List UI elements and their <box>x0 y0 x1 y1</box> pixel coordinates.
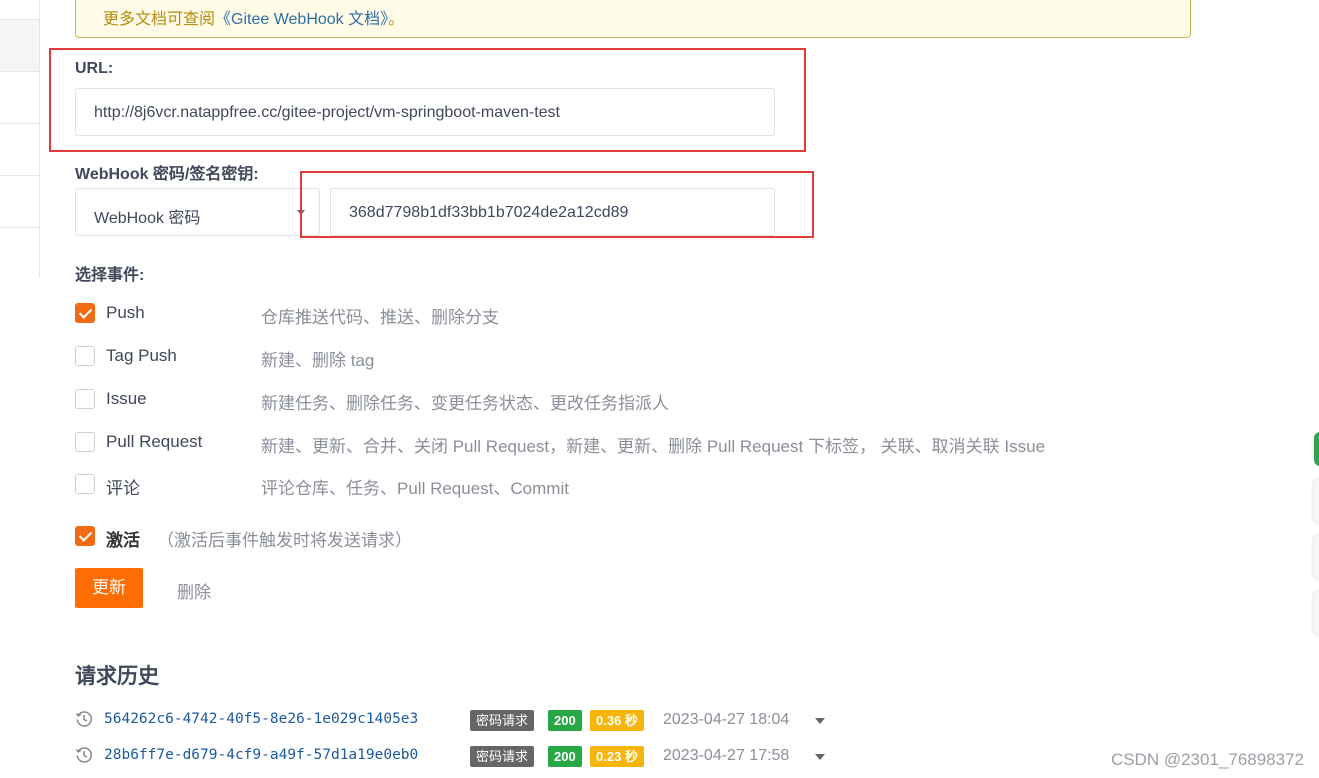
tag-push-checkbox[interactable] <box>75 346 95 366</box>
event-name: Tag Push <box>106 346 177 365</box>
comment-checkbox[interactable] <box>75 474 95 494</box>
sidebar-item[interactable] <box>0 124 39 176</box>
csdn-watermark: CSDN @2301_76898372 <box>1110 750 1304 769</box>
event-row-push[interactable]: Push 仓库推送代码、推送、删除分支 <box>75 301 1075 327</box>
event-desc: 新建、更新、合并、关闭 Pull Request，新建、更新、删除 Pull R… <box>261 437 1046 456</box>
activate-checkbox[interactable] <box>75 526 95 546</box>
expand-caret-icon[interactable] <box>815 718 825 724</box>
floating-widget[interactable] <box>1314 534 1319 580</box>
event-name: Pull Request <box>106 432 203 451</box>
history-clock-icon <box>75 711 93 727</box>
event-name: Issue <box>106 389 147 408</box>
delete-link[interactable]: 删除 <box>177 578 211 603</box>
notice-suffix: 。 <box>388 11 405 28</box>
history-clock-icon <box>75 747 93 763</box>
event-name: 评论 <box>106 479 140 498</box>
floating-widget[interactable] <box>1314 478 1319 524</box>
request-history-title: 请求历史 <box>75 665 159 688</box>
duration-badge: 0.23 秒 <box>590 746 644 767</box>
secret-highlight-box <box>300 171 814 238</box>
webhook-docs-link[interactable]: 《Gitee WebHook 文档》 <box>215 11 388 28</box>
event-desc: 新建、删除 tag <box>261 351 375 370</box>
secret-type-select[interactable]: WebHook 密码 <box>75 188 320 236</box>
history-row[interactable]: 564262c6-4742-40f5-8e26-1e029c1405e3 密码请… <box>75 709 835 733</box>
status-code-badge: 200 <box>548 710 582 731</box>
request-timestamp: 2023-04-27 17:58 <box>663 747 790 764</box>
secret-label: WebHook 密码/签名密钥: <box>75 166 259 183</box>
request-id-link[interactable]: 28b6ff7e-d679-4cf9-a49f-57d1a19e0eb0 <box>104 747 418 763</box>
push-checkbox[interactable] <box>75 303 95 323</box>
floating-widget-green[interactable] <box>1314 432 1319 466</box>
pull-request-checkbox[interactable] <box>75 432 95 452</box>
expand-caret-icon[interactable] <box>815 754 825 760</box>
sidebar-item-active[interactable] <box>0 20 39 72</box>
request-id-link[interactable]: 564262c6-4742-40f5-8e26-1e029c1405e3 <box>104 711 418 727</box>
sidebar-item[interactable] <box>0 176 39 228</box>
event-desc: 仓库推送代码、推送、删除分支 <box>261 308 499 327</box>
activate-label: 激活 <box>106 531 140 550</box>
floating-widget[interactable] <box>1314 590 1319 636</box>
status-code-badge: 200 <box>548 746 582 767</box>
issue-checkbox[interactable] <box>75 389 95 409</box>
event-row-pull-request[interactable]: Pull Request 新建、更新、合并、关闭 Pull Request，新建… <box>75 430 1075 456</box>
notice-prefix: 更多文档可查阅 <box>103 11 216 28</box>
sidebar <box>0 0 40 278</box>
history-row[interactable]: 28b6ff7e-d679-4cf9-a49f-57d1a19e0eb0 密码请… <box>75 745 835 769</box>
event-name: Push <box>106 303 145 322</box>
url-highlight-box <box>49 48 806 152</box>
event-row-comment[interactable]: 评论 评论仓库、任务、Pull Request、Commit <box>75 472 1075 498</box>
request-timestamp: 2023-04-27 18:04 <box>663 711 790 728</box>
event-desc: 新建任务、删除任务、变更任务状态、更改任务指派人 <box>261 394 669 413</box>
event-row-issue[interactable]: Issue 新建任务、删除任务、变更任务状态、更改任务指派人 <box>75 387 1075 413</box>
sidebar-item[interactable] <box>0 0 39 20</box>
request-type-badge: 密码请求 <box>470 746 535 767</box>
activate-hint: （激活后事件触发时将发送请求） <box>157 531 412 550</box>
activate-row[interactable]: 激活 （激活后事件触发时将发送请求） <box>75 524 1075 550</box>
sidebar-item[interactable] <box>0 72 39 124</box>
duration-badge: 0.36 秒 <box>590 710 644 731</box>
update-button[interactable]: 更新 <box>75 568 143 608</box>
events-label: 选择事件: <box>75 267 145 284</box>
event-desc: 评论仓库、任务、Pull Request、Commit <box>261 479 569 498</box>
secret-type-value: WebHook 密码 <box>94 210 201 227</box>
docs-notice: 更多文档可查阅《Gitee WebHook 文档》。 <box>75 0 1191 38</box>
event-row-tag-push[interactable]: Tag Push 新建、删除 tag <box>75 344 1075 370</box>
request-type-badge: 密码请求 <box>470 710 535 731</box>
